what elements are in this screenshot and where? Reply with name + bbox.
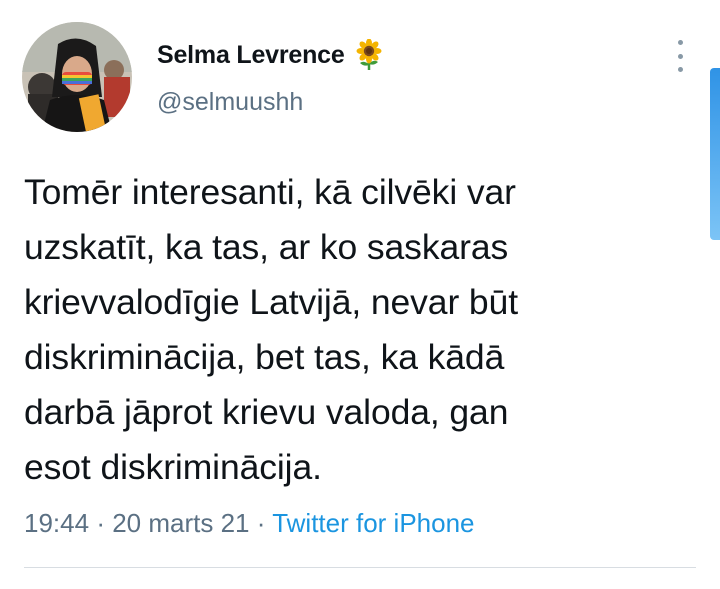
tweet-source-link[interactable]: Twitter for iPhone — [272, 508, 474, 538]
tweet-date[interactable]: 20 marts 21 — [112, 508, 249, 538]
more-vertical-icon[interactable] — [670, 40, 690, 72]
tweet-meta: 19:44 · 20 marts 21 · Twitter for iPhone — [24, 508, 475, 539]
avatar[interactable] — [22, 22, 132, 132]
divider — [24, 567, 696, 568]
tweet-time[interactable]: 19:44 — [24, 508, 89, 538]
author-name-row[interactable]: Selma Levrence — [157, 38, 385, 72]
tweet-text: Tomēr interesanti, kā cilvēki var uzskat… — [24, 172, 518, 487]
more-dot — [677, 53, 683, 59]
meta-separator: · — [96, 508, 105, 538]
more-dot — [677, 67, 683, 72]
author-handle[interactable]: @selmuushh — [157, 88, 303, 117]
tweet-detail: Selma Levrence @selmuushh Tomēr interesa… — [0, 0, 720, 589]
more-dot — [677, 40, 683, 45]
sunflower-icon — [353, 38, 385, 71]
meta-separator: · — [256, 508, 266, 538]
scrollbar[interactable] — [710, 68, 720, 240]
display-name[interactable]: Selma Levrence — [157, 41, 345, 70]
